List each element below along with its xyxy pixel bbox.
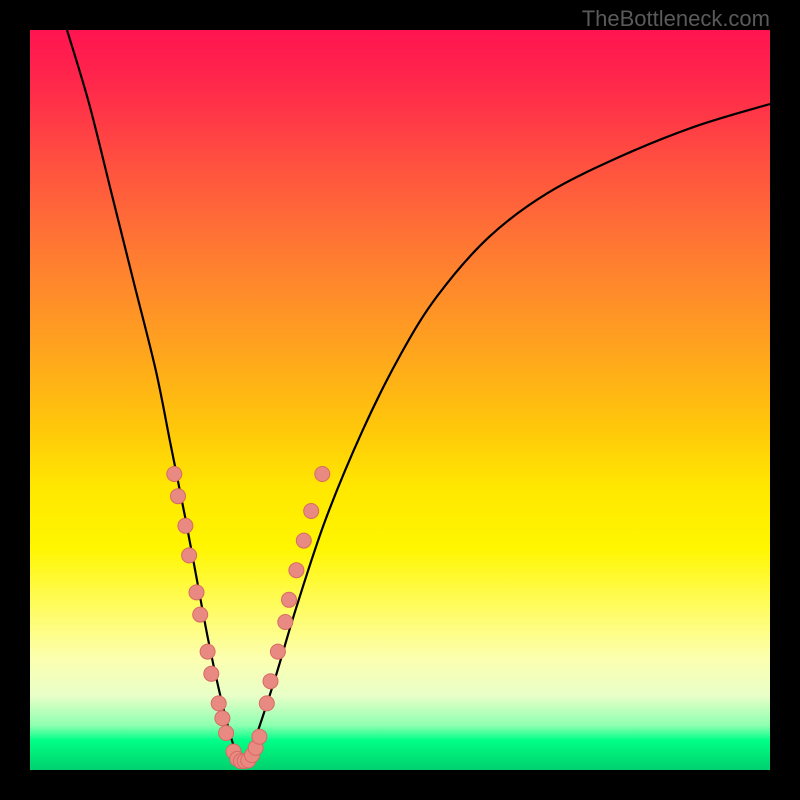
watermark-text: TheBottleneck.com <box>582 6 770 32</box>
sample-dot <box>189 585 204 600</box>
curve-svg <box>30 30 770 770</box>
sample-dot <box>304 504 319 519</box>
sample-dot <box>296 533 311 548</box>
sample-dot <box>204 666 219 681</box>
sample-dot <box>270 644 285 659</box>
bottleneck-curve <box>67 30 770 764</box>
plot-area <box>30 30 770 770</box>
chart-frame: TheBottleneck.com <box>0 0 800 800</box>
sample-dot <box>182 548 197 563</box>
sample-dot <box>263 674 278 689</box>
sample-dot <box>278 615 293 630</box>
sample-dot <box>167 467 182 482</box>
sample-dot <box>315 467 330 482</box>
sample-dot <box>178 518 193 533</box>
sample-dot <box>193 607 208 622</box>
sample-dot <box>211 696 226 711</box>
sample-dot <box>200 644 215 659</box>
sample-dot <box>252 729 267 744</box>
sample-dot <box>289 563 304 578</box>
sample-dots <box>167 467 330 769</box>
sample-dot <box>171 489 186 504</box>
sample-dot <box>219 726 234 741</box>
sample-dot <box>259 696 274 711</box>
sample-dot <box>282 592 297 607</box>
sample-dot <box>215 711 230 726</box>
